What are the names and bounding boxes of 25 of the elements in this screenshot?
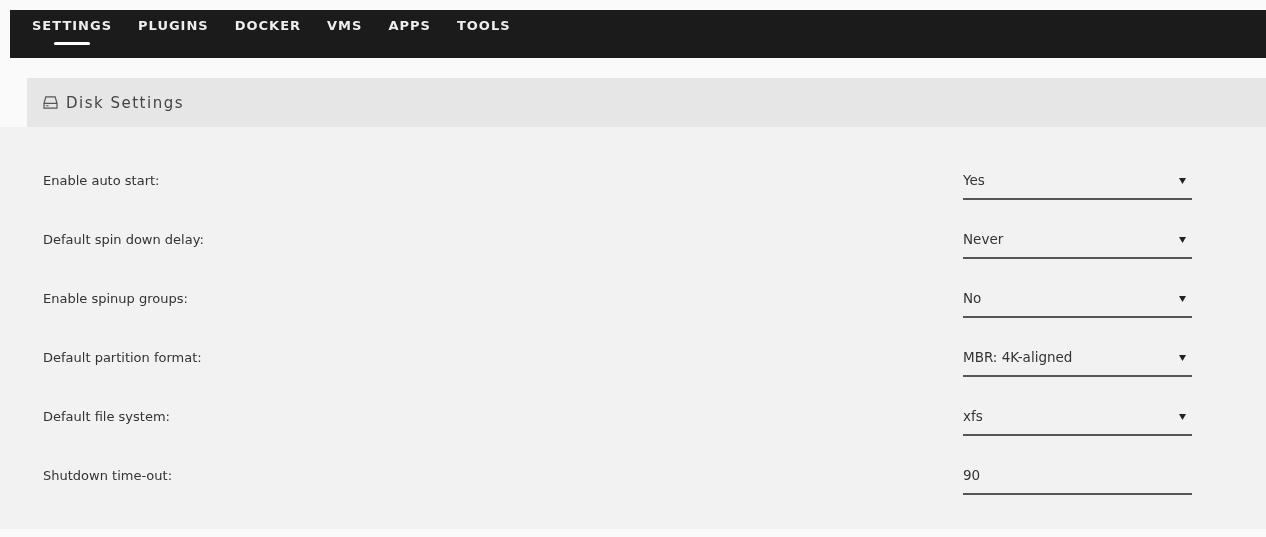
select-field[interactable]: Yes (963, 165, 1192, 200)
select-field[interactable]: Never (963, 224, 1192, 259)
caret-icon (1179, 353, 1186, 361)
setting-label: Shutdown time-out: (43, 467, 173, 483)
caret-icon (1179, 176, 1186, 184)
nav-tab[interactable]: APPS (388, 10, 431, 50)
setting-label: Default file system: (43, 408, 171, 424)
nav-tab[interactable]: PLUGINS (138, 10, 209, 50)
setting-label: Enable spinup groups: (43, 290, 189, 306)
setting-label: Default partition format: (43, 349, 203, 365)
setting-label: Enable auto start: (43, 172, 161, 188)
hard-drive-icon (43, 96, 58, 109)
select-field[interactable]: MBR: 4K-aligned (963, 342, 1192, 377)
caret-icon (1179, 235, 1186, 243)
select-field[interactable]: xfs (963, 401, 1192, 436)
nav-tab[interactable]: DOCKER (234, 10, 302, 50)
input-field[interactable]: 90 (963, 460, 1192, 495)
panel-title: Disk Settings (66, 93, 184, 112)
setting-label: Default spin down delay: (43, 231, 205, 247)
select-field[interactable]: No (963, 283, 1192, 318)
nav-tab[interactable]: TOOLS (456, 10, 511, 50)
nav-tab[interactable]: SETTINGS (32, 10, 113, 50)
caret-icon (1179, 294, 1186, 302)
caret-icon (1179, 412, 1186, 420)
nav-tab[interactable]: VMS (327, 10, 363, 50)
